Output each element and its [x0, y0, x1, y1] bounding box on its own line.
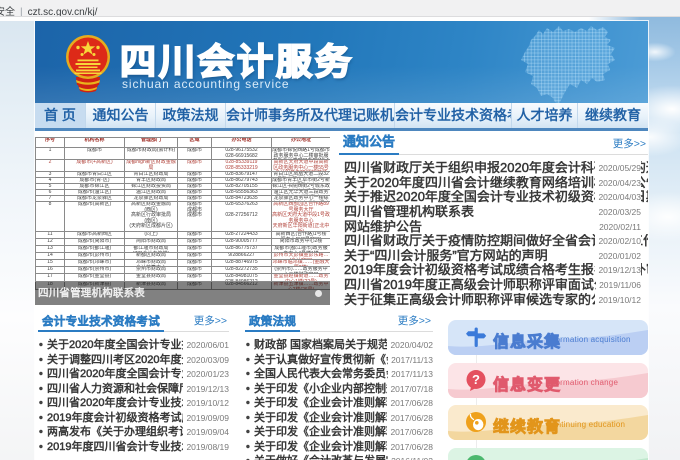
svg-text:?: ? [472, 372, 480, 387]
